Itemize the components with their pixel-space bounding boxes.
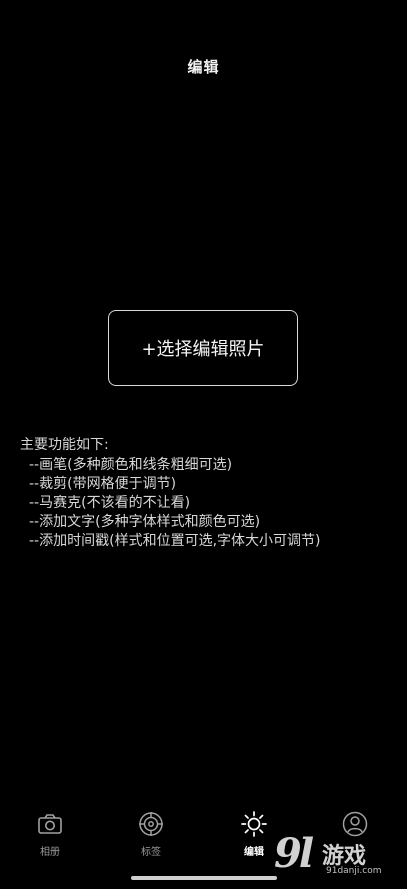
watermark-logo: 9l 游戏 91danji.com: [274, 828, 399, 883]
tab-album[interactable]: 相册: [20, 810, 80, 862]
select-photo-button[interactable]: +选择编辑照片: [108, 310, 298, 386]
feature-item-timestamp: --添加时间戳(样式和位置可选,字体大小可调节): [29, 533, 321, 549]
tab-tags-label: 标签: [141, 847, 161, 858]
feature-item-mosaic: --马赛克(不该看的不让看): [29, 495, 191, 511]
camera-icon: [36, 810, 64, 838]
page-title: 编辑: [187, 58, 220, 76]
sun-icon: [240, 810, 268, 838]
features-list: 主要功能如下: --画笔(多种颜色和线条粗细可选) --裁剪(带网格便于调节) …: [20, 436, 390, 551]
watermark-url: 91danji.com: [326, 866, 382, 876]
feature-item-brush: --画笔(多种颜色和线条粗细可选): [29, 457, 233, 473]
feature-item-crop: --裁剪(带网格便于调节): [29, 476, 177, 492]
watermark-number: 9l: [274, 830, 314, 877]
tab-tags[interactable]: 标签: [121, 810, 181, 862]
home-indicator[interactable]: [131, 876, 277, 880]
tab-edit-label: 编辑: [244, 847, 264, 858]
target-icon: [137, 810, 165, 838]
tab-album-label: 相册: [40, 847, 60, 858]
feature-item-text: --添加文字(多种字体样式和颜色可选): [29, 514, 261, 530]
features-heading: 主要功能如下:: [20, 437, 109, 453]
